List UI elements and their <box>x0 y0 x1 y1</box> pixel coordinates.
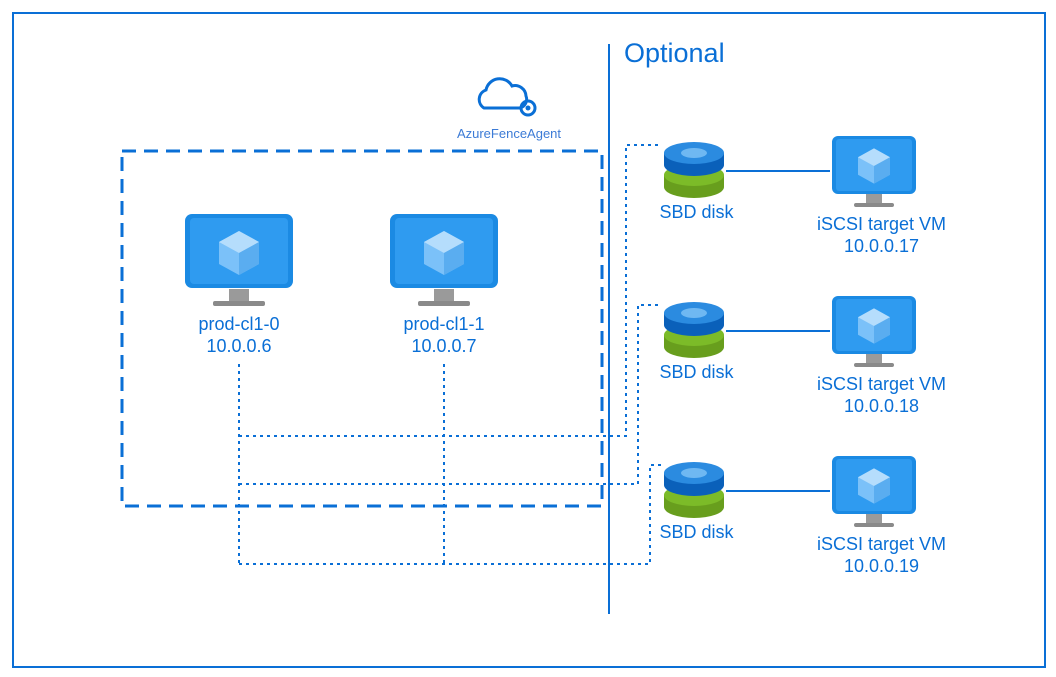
iscsi-target-2-title: iSCSI target VM <box>804 534 959 556</box>
iscsi-target-1-title: iSCSI target VM <box>804 374 959 396</box>
iscsi-target-2-ip: 10.0.0.19 <box>804 556 959 578</box>
optional-label: Optional <box>624 38 725 69</box>
cluster-node-0-ip: 10.0.0.6 <box>159 336 319 358</box>
iscsi-target-2-label: iSCSI target VM 10.0.0.19 <box>804 534 959 577</box>
cluster-node-1-label: prod-cl1-1 10.0.0.7 <box>364 314 524 357</box>
azure-fence-agent-label: AzureFenceAgent <box>454 126 564 141</box>
iscsi-target-1-label: iSCSI target VM 10.0.0.18 <box>804 374 959 417</box>
cluster-node-0-label: prod-cl1-0 10.0.0.6 <box>159 314 319 357</box>
iscsi-target-0-ip: 10.0.0.17 <box>804 236 959 258</box>
sbd-disk-1-label: SBD disk <box>654 362 739 383</box>
iscsi-target-0-title: iSCSI target VM <box>804 214 959 236</box>
cluster-node-1-name: prod-cl1-1 <box>364 314 524 336</box>
cluster-node-1-ip: 10.0.0.7 <box>364 336 524 358</box>
iscsi-target-1-ip: 10.0.0.18 <box>804 396 959 418</box>
cluster-node-0-name: prod-cl1-0 <box>159 314 319 336</box>
sbd-disk-2-label: SBD disk <box>654 522 739 543</box>
sbd-disk-0-label: SBD disk <box>654 202 739 223</box>
diagram-frame: Optional AzureFenceAgent prod-cl1-0 10.0… <box>12 12 1046 668</box>
iscsi-target-0-label: iSCSI target VM 10.0.0.17 <box>804 214 959 257</box>
